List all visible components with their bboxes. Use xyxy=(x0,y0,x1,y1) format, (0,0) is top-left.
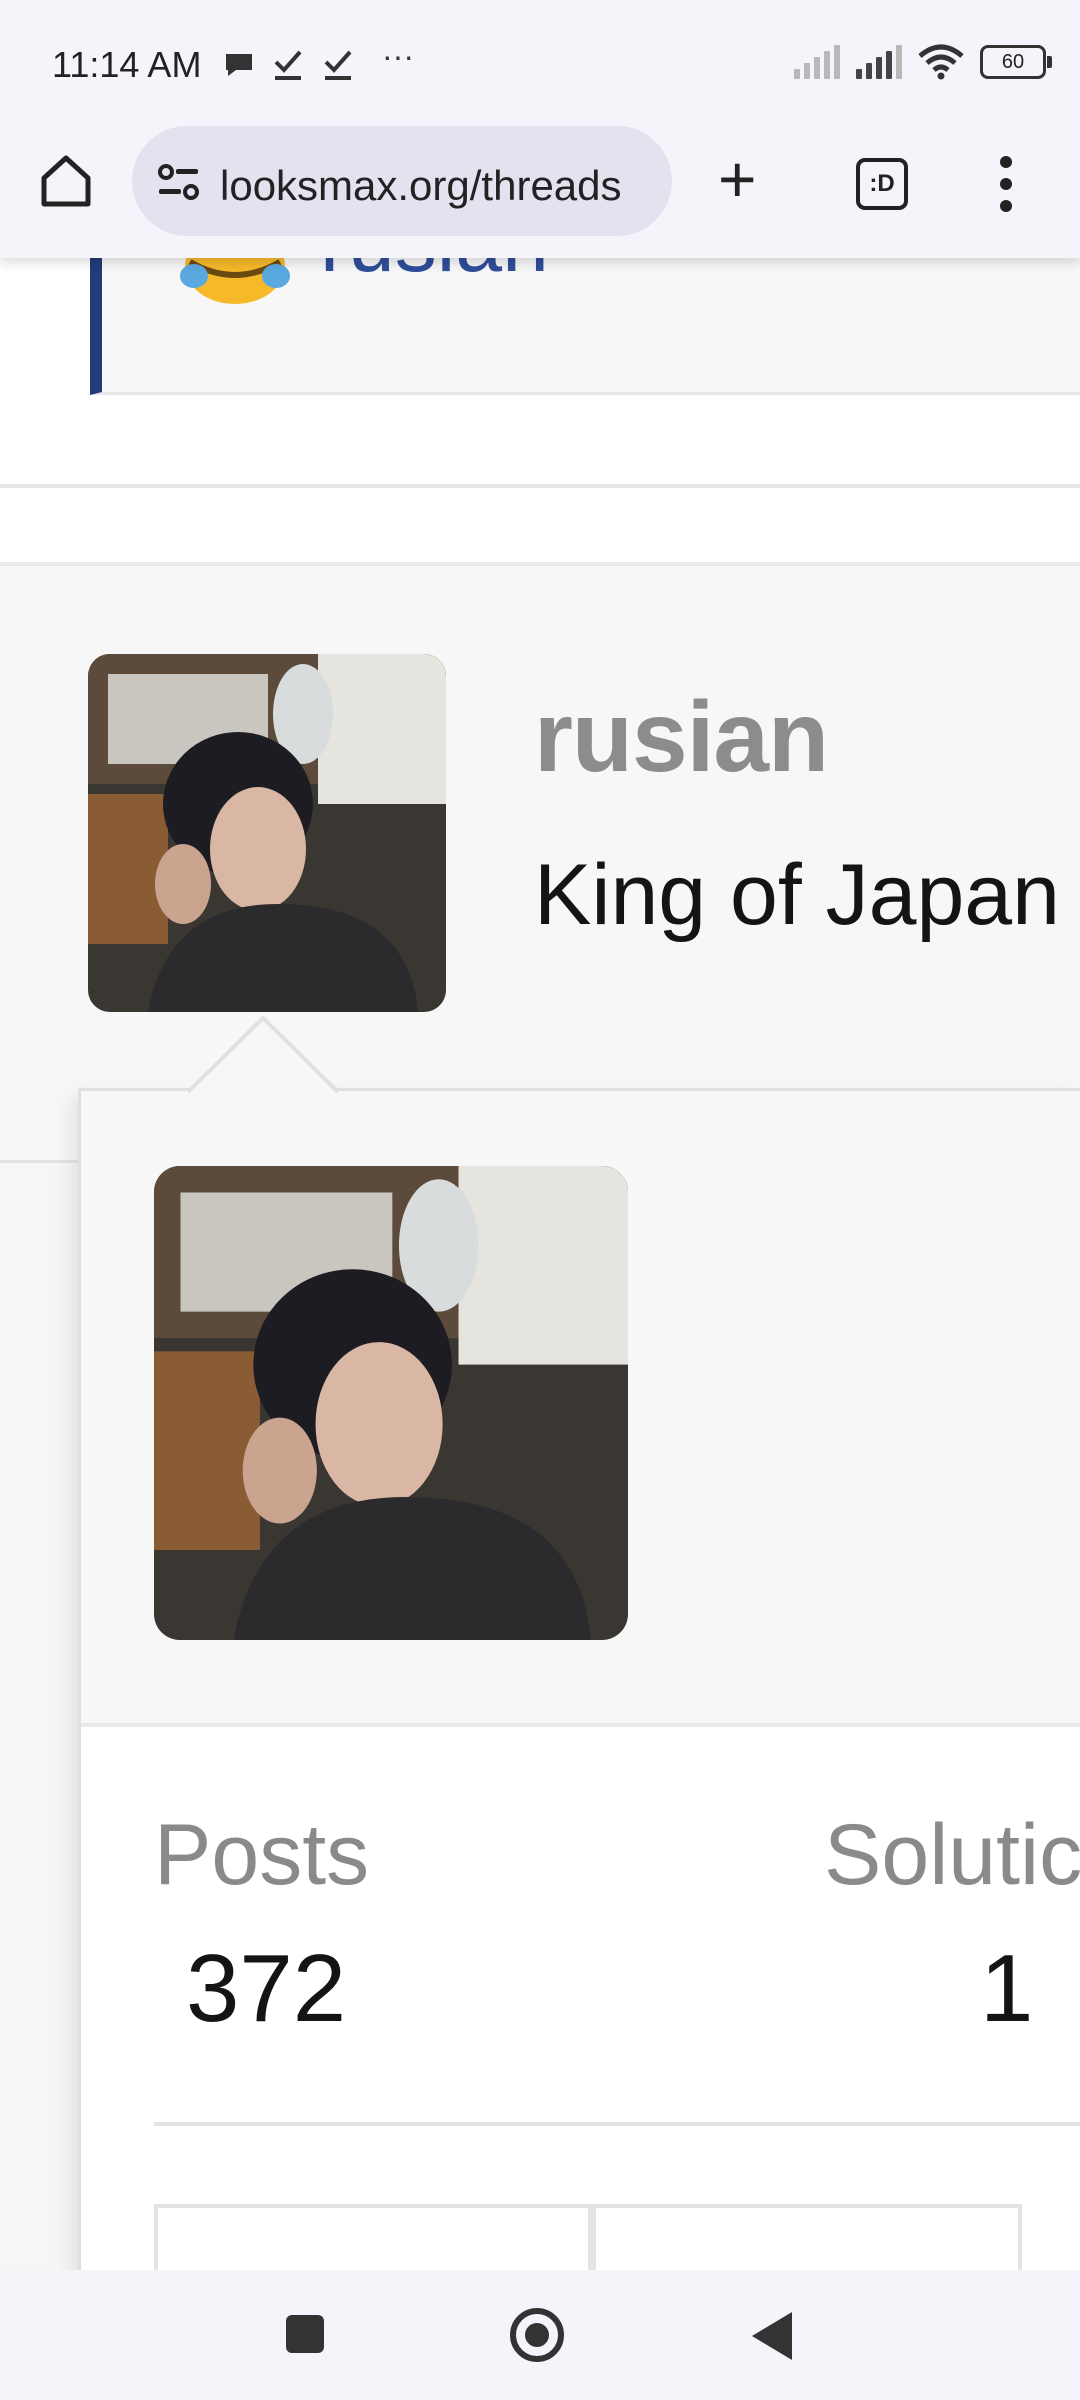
signal-icon xyxy=(856,45,902,79)
member-tooltip-avatar[interactable] xyxy=(154,1166,628,1640)
avatar-photo xyxy=(88,654,446,1012)
signal-icon xyxy=(794,45,840,79)
check-icon xyxy=(324,50,352,80)
site-settings-icon[interactable] xyxy=(156,162,202,202)
tooltip-action-button[interactable] xyxy=(154,2204,596,2278)
profile-username[interactable]: rusian xyxy=(534,680,829,795)
new-tab-button[interactable]: + xyxy=(718,146,757,212)
avatar[interactable] xyxy=(88,654,446,1012)
battery-icon: 60 xyxy=(980,45,1052,79)
back-button[interactable] xyxy=(752,2312,792,2360)
avatar-photo xyxy=(154,1166,628,1640)
recents-button[interactable] xyxy=(286,2315,324,2353)
wifi-icon xyxy=(918,44,964,80)
more-dots-icon: ··· xyxy=(382,38,414,74)
check-icon xyxy=(274,50,302,80)
stat-value-solutions[interactable]: 1 xyxy=(980,1934,1033,2044)
stat-label-posts: Posts xyxy=(154,1807,370,1903)
divider xyxy=(154,2122,1080,2126)
overflow-menu-button[interactable] xyxy=(1000,156,1014,216)
chat-bubble-icon xyxy=(226,54,252,76)
address-bar[interactable]: looksmax.org/threads xyxy=(132,126,672,236)
stat-value-posts[interactable]: 372 xyxy=(186,1934,346,2044)
tab-switcher-button[interactable]: :D xyxy=(856,158,908,210)
url-text: looksmax.org/threads xyxy=(220,162,622,209)
status-bar: 11:14 AM ··· 60 xyxy=(0,0,1080,118)
divider xyxy=(0,484,1080,488)
status-right: 60 xyxy=(794,44,1052,80)
stat-label-solutions: Solutic xyxy=(824,1807,1080,1903)
home-icon[interactable] xyxy=(36,150,96,210)
browser-toolbar: looksmax.org/threads + :D xyxy=(0,118,1080,258)
home-nav-button[interactable] xyxy=(510,2308,564,2362)
tooltip-action-button[interactable] xyxy=(588,2204,1022,2278)
tooltip-arrow xyxy=(188,1015,338,1094)
page-left-strip xyxy=(0,1160,78,2273)
laughing-emoji-icon xyxy=(180,258,290,304)
profile-user-title: King of Japan xyxy=(534,847,1060,943)
status-time: 11:14 AM xyxy=(52,44,202,85)
